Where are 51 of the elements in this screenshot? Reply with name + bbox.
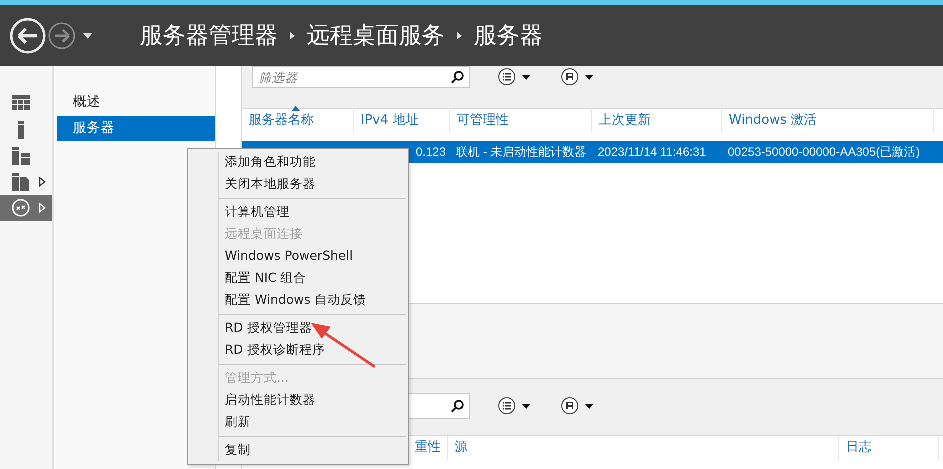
view-options-button[interactable] xyxy=(498,397,531,415)
breadcrumb-separator-icon xyxy=(290,32,295,40)
menu-item[interactable]: 配置 NIC 组合 xyxy=(188,267,406,289)
table-cell: 2023/11/14 11:46:31 xyxy=(598,144,706,160)
column-header[interactable]: 源 xyxy=(448,436,839,460)
breadcrumb-separator-icon xyxy=(457,32,462,40)
column-header[interactable]: 上次更新 xyxy=(592,109,722,133)
forward-button[interactable] xyxy=(48,22,76,50)
menu-item[interactable]: RD 授权管理器 xyxy=(188,317,406,339)
column-header[interactable]: 服务器名称 xyxy=(242,109,354,133)
table-cell: 联机 - 未启动性能计数器 xyxy=(456,144,587,160)
search-icon xyxy=(451,400,464,413)
view-options-button[interactable] xyxy=(498,68,531,86)
list-icon xyxy=(498,397,516,415)
all-servers-icon xyxy=(12,147,30,165)
column-header[interactable]: Windows 激活 xyxy=(722,109,934,133)
file-services-icon xyxy=(12,173,30,191)
caret-icon xyxy=(522,74,531,80)
list-icon xyxy=(498,68,516,86)
menu-item[interactable]: 关闭本地服务器 xyxy=(188,173,406,195)
menu-item[interactable]: 启动性能计数器 xyxy=(188,389,406,411)
column-header[interactable]: IPv4 地址 xyxy=(354,109,450,133)
nav-item[interactable]: 概述 xyxy=(57,90,215,115)
nav-item[interactable]: 服务器 xyxy=(57,116,215,141)
breadcrumb-item[interactable]: 服务器 xyxy=(474,20,543,51)
menu-item[interactable]: 配置 Windows 自动反馈 xyxy=(188,289,406,311)
column-header[interactable]: 可管理性 xyxy=(450,109,592,133)
filter-field[interactable]: 筛选器 xyxy=(252,66,470,88)
rail-item[interactable] xyxy=(0,195,52,221)
menu-item[interactable]: 复制 xyxy=(188,439,406,461)
caret-icon xyxy=(585,404,594,408)
save-button[interactable] xyxy=(561,397,594,415)
caret-icon xyxy=(585,74,594,80)
remote-desktop-icon xyxy=(12,199,30,217)
caret-icon xyxy=(522,404,531,408)
save-icon xyxy=(561,397,579,415)
breadcrumb-item[interactable]: 远程桌面服务 xyxy=(307,20,445,51)
save-icon xyxy=(561,68,579,86)
table-cell: 0.123 xyxy=(416,144,446,160)
back-button[interactable] xyxy=(10,18,46,54)
column-header[interactable]: 日志 xyxy=(839,436,939,460)
menu-item[interactable]: RD 授权诊断程序 xyxy=(188,339,406,361)
menu-item[interactable]: Windows PowerShell xyxy=(188,245,406,267)
menu-item[interactable]: 刷新 xyxy=(188,411,406,433)
search-icon xyxy=(451,71,464,84)
save-button[interactable] xyxy=(561,68,594,86)
table-cell: 00253-50000-00000-AA305(已激活) xyxy=(728,144,920,160)
breadcrumb-item[interactable]: 服务器管理器 xyxy=(140,20,278,51)
dashboard-icon xyxy=(12,95,30,113)
menu-item[interactable]: 计算机管理 xyxy=(188,201,406,223)
sort-ascending-icon xyxy=(292,106,300,111)
